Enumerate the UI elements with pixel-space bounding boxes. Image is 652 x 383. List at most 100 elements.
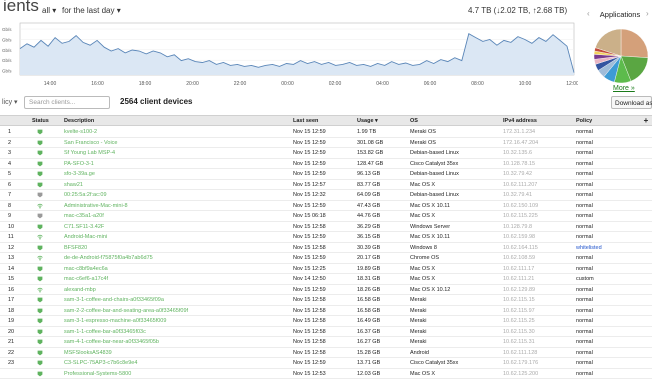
client-description-link[interactable]: de-de-Android-f75875f0a4b7ab6d75 [64,255,153,261]
table-row[interactable]: 12 BFSF820 Nov 15 12:58 30.39 GB Windows 8 10… [0,243,652,253]
policy-cell: normal [576,192,593,198]
wired-status-icon [37,213,43,219]
table-row[interactable]: 9 mac-c35a1-a20f Nov 15 06:18 44.76 GB Mac O… [0,211,652,222]
row-number: 22 [8,349,15,356]
client-description-link[interactable]: mac-c8bf9a4ec6a [64,266,108,272]
column-policy[interactable]: Policy [576,118,592,124]
table-row[interactable]: 23 C3-SLPC-75AP3-c7b6c8e9e4 Nov 15 12:59 13… [0,358,652,369]
client-description-link[interactable]: Sf Young Lab MSP-4 [64,150,115,156]
table-row[interactable]: 6 shaw21 Nov 15 12:57 83.77 GB Mac OS X 10.62… [0,180,652,190]
usage-chart: Gb/s Gb/s Gb/s Gb/s Gb/s 14:00 16:00 18:00 20:00… [2,22,578,87]
wired-status-icon [37,318,43,324]
table-row[interactable]: 19 sam-3-1-espresso-machine-a0f33465f009 N… [0,316,652,327]
os-cell: Chrome OS [410,255,440,261]
table-row[interactable]: 17 sam-3-1-coffee-and-chairs-a0f33465f09a… [0,295,652,306]
usage-cell: 153.82 GB [357,150,384,156]
add-column-button[interactable]: + [640,116,652,126]
client-description-link[interactable]: sam-3-1-espresso-machine-a0f33465f009 [64,318,166,324]
policy-cell: normal [576,297,593,303]
wired-status-icon [37,129,43,135]
table-row[interactable]: 3 Sf Young Lab MSP-4 Nov 15 12:59 153.82 GB… [0,148,652,159]
wifi-status-icon [37,203,43,209]
column-os[interactable]: OS [410,118,418,124]
table-row[interactable]: 21 sam-4-1-coffee-bar-near-a0f33465f05b No… [0,337,652,348]
table-row[interactable]: 20 sam-1-1-coffee-bar-a0f33465f03c Nov 15 … [0,327,652,337]
usage-cell: 16.37 GB [357,328,381,335]
client-description-link[interactable]: Administrative-Mac-mini-8 [64,203,128,209]
column-usage[interactable]: Usage ▾ [357,118,378,124]
last-seen-cell: Nov 15 12:58 [293,223,326,230]
table-row[interactable]: 11 Android-Mac-mini Nov 15 12:59 36.15 GB Ma… [0,232,652,243]
last-seen-cell: Nov 15 12:59 [293,286,326,293]
table-row[interactable]: 16 alexand-mbp Nov 15 12:59 18.26 GB Mac OS … [0,285,652,295]
client-description-link[interactable]: alexand-mbp [64,287,96,293]
usage-cell: 16.27 GB [357,339,381,345]
column-description[interactable]: Description [64,118,94,124]
row-number: 3 [8,150,12,156]
download-button[interactable]: Download as ▾ [611,96,652,109]
client-description-link[interactable]: sam-1-1-coffee-bar-a0f33465f03c [64,329,146,335]
table-row[interactable]: 22 MSFSlooksAS4839 Nov 15 12:58 15.28 GB And… [0,348,652,358]
policy-filter[interactable]: licy ▾ [2,98,18,106]
last-seen-cell: Nov 15 12:32 [293,192,326,198]
client-description-link[interactable]: Android-Mac-mini [64,234,107,240]
client-description-link[interactable]: sam-3-1-coffee-and-chairs-a0f33465f09a [64,297,164,303]
apps-next-arrow-icon[interactable]: › [646,9,649,18]
usage-cell: 16.58 GB [357,307,381,314]
y-tick-label: Gb/s [2,27,12,32]
client-description-link[interactable]: 00:25:5a:2f:ac:09 [64,192,107,198]
policy-cell: normal [576,265,593,272]
client-type-filter[interactable]: all ▾ [42,6,56,15]
client-description-link[interactable]: mac-c6ef6-a17c4f [64,276,108,282]
client-description-link[interactable]: Professional-Systems-5800 [64,371,131,377]
table-row[interactable]: 2 San Francisco - Voice Nov 15 12:59 301.08… [0,138,652,148]
table-row[interactable]: 10 C71.SF11-3.42F Nov 15 12:58 36.29 GB Wind… [0,222,652,232]
search-input[interactable]: Search clients... [24,96,110,109]
applications-pie-chart[interactable] [592,20,650,92]
client-description-link[interactable]: PA-SFO-3-1 [64,161,94,167]
last-seen-cell: Nov 15 12:25 [293,265,326,272]
os-cell: Windows 8 [410,244,437,251]
column-status[interactable]: Status [32,118,49,124]
row-number: 23 [8,360,15,366]
ip-address-cell: 10.32.79.41 [503,192,533,198]
policy-cell: normal [576,339,593,345]
client-description-link[interactable]: C71.SF11-3.42F [64,224,104,230]
table-row[interactable]: 14 mac-c8bf9a4ec6a Nov 15 12:25 19.89 GB Mac… [0,264,652,274]
more-applications-link[interactable]: More » [613,85,635,92]
table-row[interactable]: 5 sfo-3-39a.ge Nov 15 12:59 96.13 GB Debian-… [0,169,652,180]
table-row[interactable]: 15 mac-c6ef6-a17c4f Nov 14 12:50 18.31 GB Ma… [0,274,652,285]
column-ipv4[interactable]: IPv4 address [503,118,537,124]
ip-address-cell: 10.62.115.30 [503,328,535,335]
wired-status-icon [37,150,43,156]
wired-status-icon [37,276,43,282]
row-number: 15 [8,276,15,282]
usage-cell: 47.43 GB [357,202,381,209]
client-description-link[interactable]: shaw21 [64,182,83,188]
client-description-link[interactable]: sam-4-1-coffee-bar-near-a0f33465f05b [64,339,159,345]
table-row[interactable]: 1 kvelte-s100-2 Nov 15 12:59 1.99 TB Meraki … [0,127,652,138]
time-range-filter[interactable]: for the last day ▾ [62,6,121,15]
table-row[interactable]: Professional-Systems-5800 Nov 15 12:53 12.… [0,369,652,379]
client-description-link[interactable]: kvelte-s100-2 [64,129,97,135]
client-description-link[interactable]: C3-SLPC-75AP3-c7b6c8e9e4 [64,360,137,366]
table-row[interactable]: 13 de-de-Android-f75875f0a4b7ab6d75 Nov 15… [0,253,652,264]
client-description-link[interactable]: mac-c35a1-a20f [64,213,104,219]
client-description-link[interactable]: sfo-3-39a.ge [64,171,95,177]
table-row[interactable]: 7 00:25:5a:2f:ac:09 Nov 15 12:32 64.09 GB De… [0,190,652,201]
table-row[interactable]: 8 Administrative-Mac-mini-8 Nov 15 12:59 47… [0,201,652,211]
client-description-link[interactable]: San Francisco - Voice [64,140,118,146]
table-row[interactable]: 18 sam-2-2-coffee-bar-and-seating-area-a0… [0,306,652,316]
client-description-link[interactable]: sam-2-2-coffee-bar-and-seating-area-a0f3… [64,308,188,314]
ip-address-cell: 10.62.150.109 [503,202,539,209]
table-row[interactable]: 4 PA-SFO-3-1 Nov 15 12:59 128.47 GB Cisco Ca… [0,159,652,169]
usage-cell: 19.89 GB [357,265,381,272]
wired-status-icon [37,266,43,271]
client-description-link[interactable]: BFSF820 [64,245,87,251]
ip-address-cell: 10.62.111.21 [503,276,535,282]
client-description-link[interactable]: MSFSlooksAS4839 [64,350,112,356]
ip-address-cell: 10.62.111.207 [503,181,538,188]
ip-address-cell: 10.62.115.225 [503,213,538,219]
wired-status-icon [37,329,43,334]
column-last-seen[interactable]: Last seen [293,118,318,124]
